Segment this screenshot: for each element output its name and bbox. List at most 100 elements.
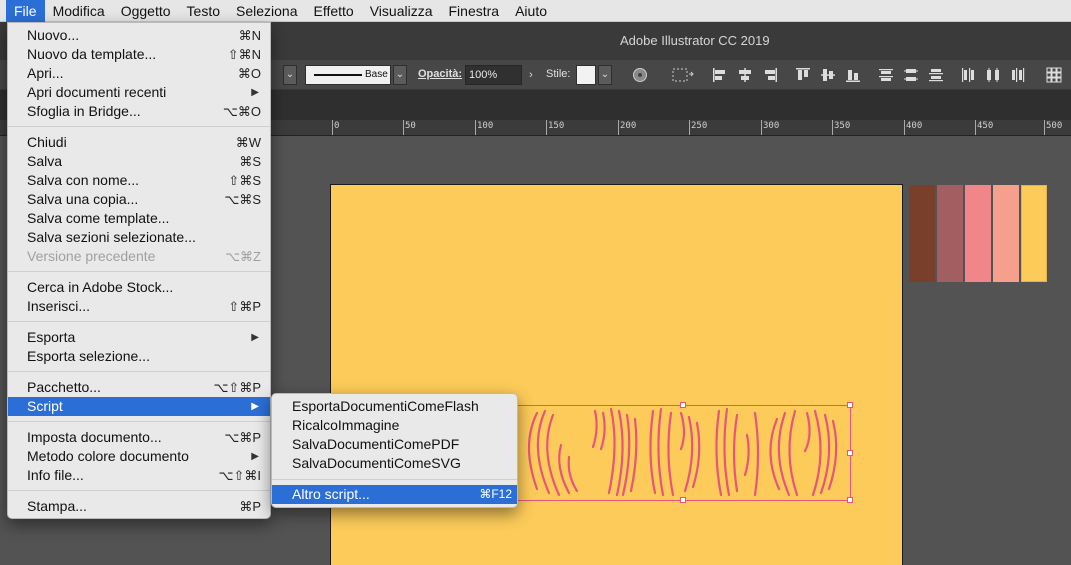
- submenu-arrow-icon: ▶: [251, 451, 259, 462]
- menu-item-esporta[interactable]: Esporta ▶: [8, 328, 270, 347]
- align-left-icon[interactable]: [712, 67, 728, 83]
- submenu-item-label: Altro script...: [292, 486, 370, 502]
- stroke-profile-dropdown[interactable]: ⌄: [393, 65, 407, 85]
- menu-oggetto[interactable]: Oggetto: [113, 0, 179, 22]
- stroke-line-icon: [314, 74, 362, 76]
- menu-item-label: Inserisci...: [27, 298, 91, 314]
- menu-item-shortcut: ⌥⌘Z: [225, 249, 261, 264]
- menu-item-shortcut: ⌘W: [235, 135, 261, 150]
- distribute-vcenter-icon[interactable]: [903, 67, 919, 83]
- distribute-hcenter-icon[interactable]: [985, 67, 1001, 83]
- selected-artwork[interactable]: [512, 402, 853, 503]
- menu-item-salva-sezioni-selezionate[interactable]: Salva sezioni selezionate...: [8, 228, 270, 247]
- submenu-item-salva-documenti-come-pdf[interactable]: SalvaDocumentiComePDF: [272, 435, 517, 454]
- menu-item-sfoglia-in-bridge[interactable]: Sfoglia in Bridge... ⌥⌘O: [8, 102, 270, 121]
- ruler-tick-label: 200: [620, 121, 637, 131]
- menu-file[interactable]: File: [6, 0, 45, 22]
- menu-item-esporta-selezione[interactable]: Esporta selezione...: [8, 347, 270, 366]
- menu-item-apri-documenti-recenti[interactable]: Apri documenti recenti ▶: [8, 83, 270, 102]
- menu-item-stampa[interactable]: Stampa... ⌘P: [8, 497, 270, 516]
- ruler-tick-label: 100: [477, 121, 494, 131]
- menu-item-cerca-in-adobe-stock[interactable]: Cerca in Adobe Stock...: [8, 278, 270, 297]
- distribute-bottom-icon[interactable]: [928, 67, 944, 83]
- menu-item-label: Esporta: [27, 329, 76, 345]
- selection-handle[interactable]: [680, 402, 686, 408]
- menu-item-imposta-documento[interactable]: Imposta documento... ⌥⌘P: [8, 428, 270, 447]
- color-swatch-yellow[interactable]: [1021, 185, 1047, 282]
- script-submenu: EsportaDocumentiComeFlash RicalcoImmagin…: [271, 393, 518, 508]
- align-to-selection-icon[interactable]: [672, 67, 694, 83]
- distribute-left-icon[interactable]: [960, 67, 976, 83]
- align-vcenter-icon[interactable]: [820, 67, 836, 83]
- selection-handle[interactable]: [847, 402, 853, 408]
- stroke-profile-field[interactable]: Base: [305, 65, 391, 85]
- menu-effetto[interactable]: Effetto: [306, 0, 362, 22]
- ruler-tick-label: 300: [763, 121, 780, 131]
- menu-item-script[interactable]: Script ▶: [8, 397, 270, 416]
- menu-item-shortcut: ⌘O: [237, 66, 261, 81]
- menu-visualizza[interactable]: Visualizza: [362, 0, 441, 22]
- menu-testo[interactable]: Testo: [179, 0, 228, 22]
- menubar: File Modifica Oggetto Testo Seleziona Ef…: [0, 0, 1071, 22]
- distribute-right-icon[interactable]: [1010, 67, 1026, 83]
- menu-item-pacchetto[interactable]: Pacchetto... ⌥⇧⌘P: [8, 378, 270, 397]
- menu-item-salva-con-nome[interactable]: Salva con nome... ⇧⌘S: [8, 171, 270, 190]
- menu-item-salva[interactable]: Salva ⌘S: [8, 152, 270, 171]
- menu-aiuto[interactable]: Aiuto: [507, 0, 555, 22]
- selection-handle[interactable]: [847, 497, 853, 503]
- variable-width-dropdown[interactable]: ⌄: [283, 65, 297, 85]
- menu-modifica[interactable]: Modifica: [45, 0, 113, 22]
- align-hcenter-icon[interactable]: [737, 67, 753, 83]
- opacity-arrow-button[interactable]: ›: [524, 65, 538, 85]
- submenu-item-altro-script[interactable]: Altro script... ⌘F12: [272, 485, 517, 504]
- selection-handle[interactable]: [847, 450, 853, 456]
- menu-item-salva-come-template[interactable]: Salva come template...: [8, 209, 270, 228]
- style-swatch[interactable]: [576, 65, 596, 85]
- color-swatch-brown[interactable]: [909, 185, 935, 282]
- submenu-item-esporta-documenti-come-flash[interactable]: EsportaDocumentiComeFlash: [272, 397, 517, 416]
- menu-item-label: Info file...: [27, 467, 84, 483]
- menu-item-inserisci[interactable]: Inserisci... ⇧⌘P: [8, 297, 270, 316]
- distribute-top-icon[interactable]: [878, 67, 894, 83]
- ruler-tick: [618, 120, 619, 135]
- menu-item-chiudi[interactable]: Chiudi ⌘W: [8, 133, 270, 152]
- hatched-lettering-artwork: [527, 407, 838, 497]
- color-swatch-salmon[interactable]: [993, 185, 1019, 282]
- menu-seleziona[interactable]: Seleziona: [228, 0, 306, 22]
- color-swatch-coral[interactable]: [965, 185, 991, 282]
- color-swatch-mauve[interactable]: [937, 185, 963, 282]
- menu-item-label: Versione precedente: [27, 248, 156, 264]
- opacity-field[interactable]: 100%: [465, 65, 522, 85]
- transform-grid-icon[interactable]: [1046, 67, 1062, 83]
- submenu-item-ricalco-immagine[interactable]: RicalcoImmagine: [272, 416, 517, 435]
- menu-item-shortcut: ⇧⌘N: [227, 47, 261, 62]
- ruler-tick: [403, 120, 404, 135]
- menu-separator: [8, 321, 270, 322]
- ruler-tick-label: 500: [1046, 121, 1063, 131]
- selection-handle[interactable]: [680, 497, 686, 503]
- style-dropdown[interactable]: ⌄: [598, 65, 612, 85]
- menu-finestra[interactable]: Finestra: [441, 0, 508, 22]
- submenu-item-label: RicalcoImmagine: [292, 417, 400, 433]
- ruler-tick-label: 350: [834, 121, 851, 131]
- menu-item-metodo-colore-documento[interactable]: Metodo colore documento ▶: [8, 447, 270, 466]
- menu-item-label: Nuovo da template...: [27, 46, 157, 62]
- align-right-icon[interactable]: [762, 67, 778, 83]
- menu-item-shortcut: ⌥⌘P: [224, 430, 261, 445]
- ruler-tick: [475, 120, 476, 135]
- align-bottom-icon[interactable]: [845, 67, 861, 83]
- menu-item-nuovo-da-template[interactable]: Nuovo da template... ⇧⌘N: [8, 45, 270, 64]
- align-top-icon[interactable]: [795, 67, 811, 83]
- menu-item-label: Salva sezioni selezionate...: [27, 229, 196, 245]
- menu-item-label: Salva con nome...: [27, 172, 140, 188]
- menu-item-label: Cerca in Adobe Stock...: [27, 279, 174, 295]
- recolor-artwork-icon[interactable]: [632, 67, 648, 83]
- menu-separator: [272, 479, 517, 480]
- menu-item-shortcut: ⌥⌘O: [222, 104, 261, 119]
- menu-item-nuovo[interactable]: Nuovo... ⌘N: [8, 26, 270, 45]
- menu-item-label: Stampa...: [27, 498, 87, 514]
- menu-item-salva-una-copia[interactable]: Salva una copia... ⌥⌘S: [8, 190, 270, 209]
- menu-item-apri[interactable]: Apri... ⌘O: [8, 64, 270, 83]
- menu-item-info-file[interactable]: Info file... ⌥⇧⌘I: [8, 466, 270, 485]
- submenu-item-salva-documenti-come-svg[interactable]: SalvaDocumentiComeSVG: [272, 454, 517, 473]
